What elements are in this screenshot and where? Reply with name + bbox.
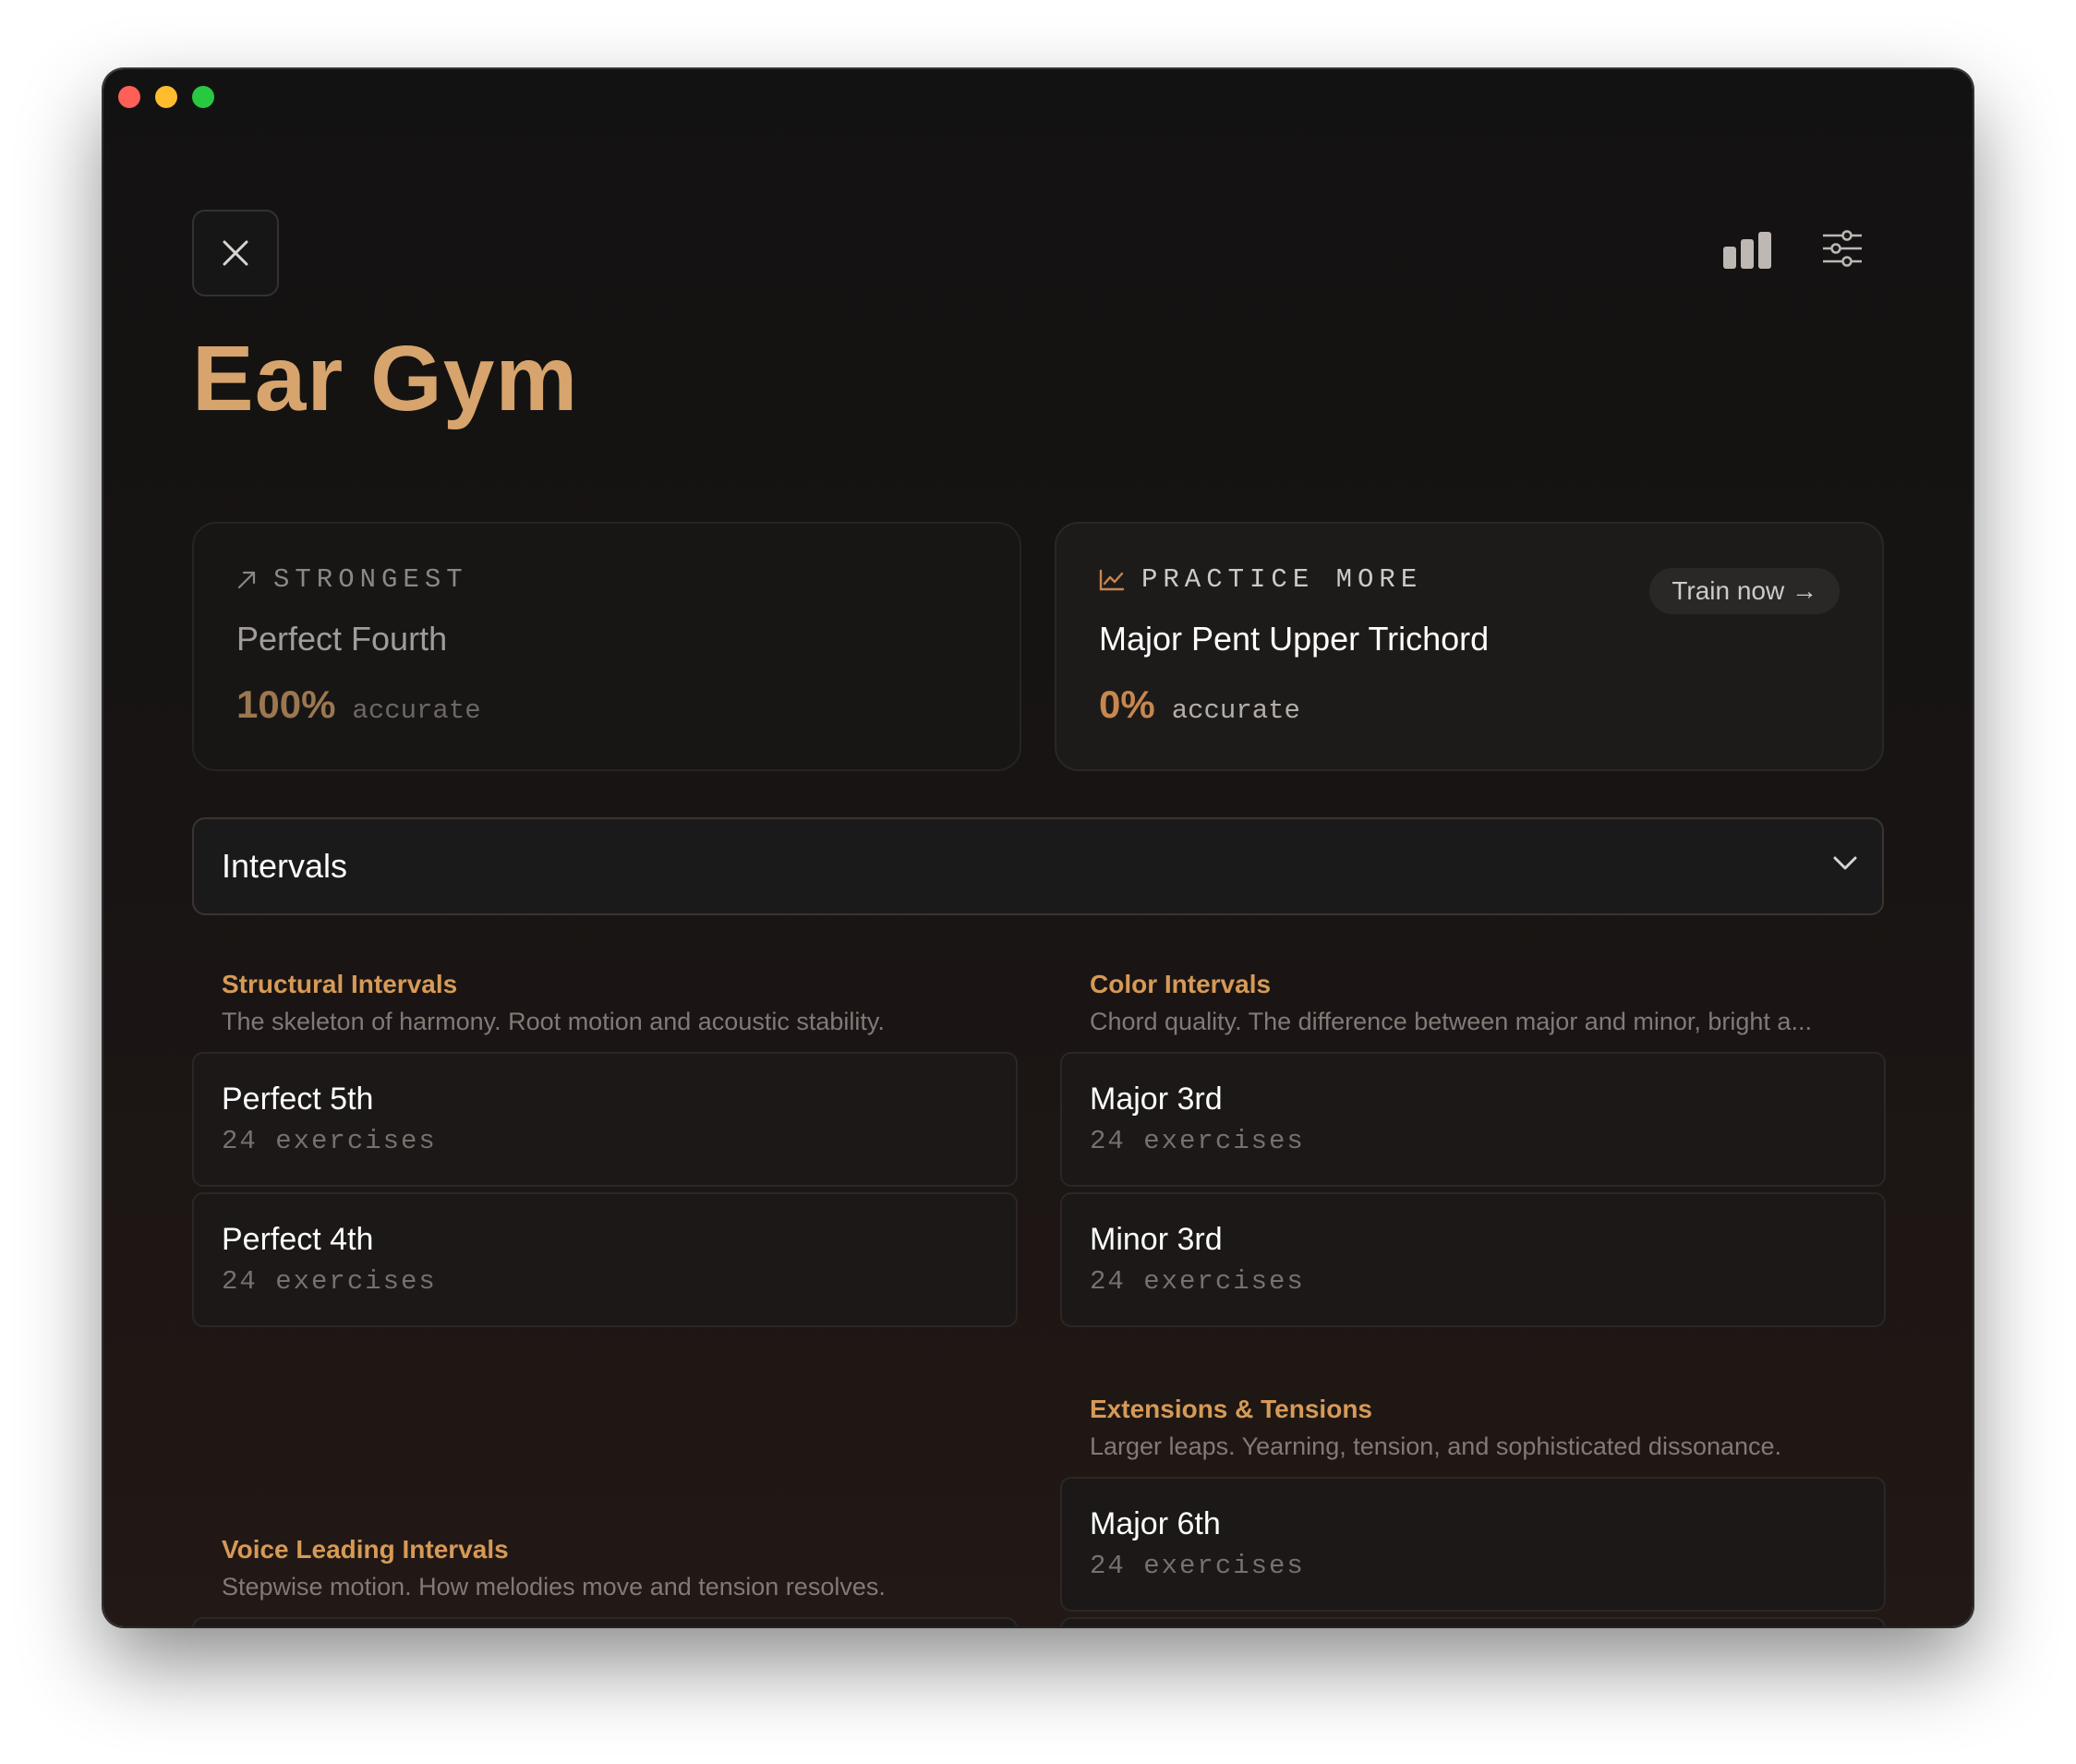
color-intervals-description: Chord quality. The difference between ma… [1090,1008,1812,1035]
window-minimize-button[interactable] [155,86,177,108]
close-button[interactable] [192,210,279,296]
structural-intervals-description: The skeleton of harmony. Root motion and… [222,1008,885,1035]
interval-item-major-3rd[interactable]: Major 3rd 24 exercises [1060,1052,1886,1187]
bar-chart-icon[interactable] [1721,230,1773,271]
strongest-accuracy: 100% accurate [236,683,481,727]
train-now-button[interactable]: Train now → [1649,568,1840,614]
exercise-count: 24 exercises [1090,1266,1305,1297]
strongest-label: STRONGEST [273,564,468,595]
arrow-up-right-icon [237,571,256,588]
category-select[interactable]: Intervals [192,817,1884,915]
strongest-accuracy-label: accurate [352,695,481,726]
window-controls [118,86,214,108]
practice-more-name: Major Pent Upper Trichord [1099,620,1490,658]
exercise-count: 24 exercises [1090,1551,1305,1581]
window-zoom-button[interactable] [192,86,214,108]
category-select-value: Intervals [222,847,348,885]
interval-item-partial[interactable] [192,1617,1018,1626]
color-intervals-title: Color Intervals [1090,970,1272,998]
sliders-icon[interactable] [1821,228,1864,269]
structural-intervals-title: Structural Intervals [222,970,458,998]
interval-item-minor-3rd[interactable]: Minor 3rd 24 exercises [1060,1192,1886,1327]
exercise-count: 24 exercises [222,1126,437,1156]
window-close-button[interactable] [118,86,140,108]
interval-name: Perfect 5th [222,1081,374,1117]
interval-name: Minor 3rd [1090,1222,1223,1257]
extensions-tensions-title: Extensions & Tensions [1090,1395,1372,1423]
strongest-card: STRONGEST Perfect Fourth 100% accurate [192,522,1021,771]
close-icon [223,240,248,266]
interval-name: Major 3rd [1090,1081,1223,1117]
page-title: Ear Gym [192,327,579,430]
app-window: Ear Gym STRONGEST Perfect Fourth 100% ac… [103,69,1973,1626]
practice-more-percent: 0% [1099,683,1155,726]
interval-name: Major 6th [1090,1506,1221,1541]
interval-item-major-6th[interactable]: Major 6th 24 exercises [1060,1477,1886,1612]
practice-more-header: PRACTICE MORE [1099,564,1422,595]
extensions-tensions-description: Larger leaps. Yearning, tension, and sop… [1090,1432,1782,1460]
interval-item-perfect-5th[interactable]: Perfect 5th 24 exercises [192,1052,1018,1187]
trend-chart-icon [1099,569,1125,590]
chevron-down-icon [1833,856,1857,870]
exercise-count: 24 exercises [222,1266,437,1297]
voice-leading-intervals-description: Stepwise motion. How melodies move and t… [222,1573,886,1601]
voice-leading-intervals-title: Voice Leading Intervals [222,1535,509,1564]
practice-more-label: PRACTICE MORE [1141,564,1423,595]
interval-name: Perfect 4th [222,1222,374,1257]
exercise-count: 24 exercises [1090,1126,1305,1156]
practice-more-card: PRACTICE MORE Train now → Major Pent Upp… [1055,522,1884,771]
interval-item-perfect-4th[interactable]: Perfect 4th 24 exercises [192,1192,1018,1327]
strongest-name: Perfect Fourth [236,620,448,658]
interval-item-partial[interactable] [1060,1617,1886,1626]
strongest-header: STRONGEST [236,564,468,595]
strongest-percent: 100% [236,683,336,726]
practice-more-accuracy: 0% accurate [1099,683,1300,727]
practice-more-accuracy-label: accurate [1171,695,1300,726]
